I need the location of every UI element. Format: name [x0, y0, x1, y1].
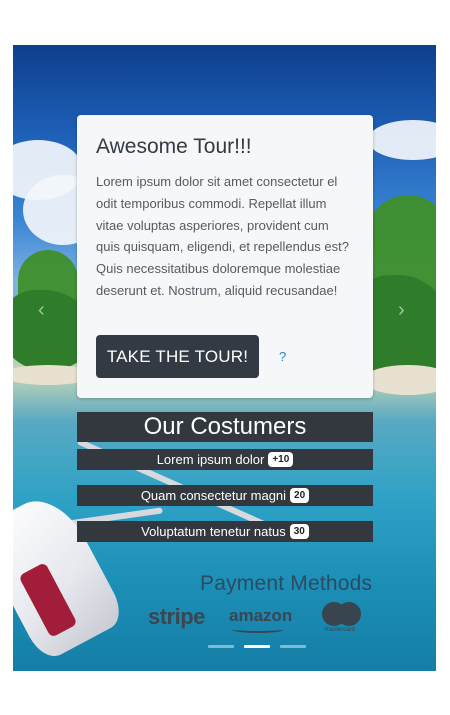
chevron-left-icon: ‹	[38, 299, 45, 321]
stripe-logo: stripe	[148, 604, 205, 629]
carousel-indicator[interactable]	[280, 645, 306, 648]
costumers-title: Our Costumers	[77, 412, 373, 442]
costumer-label: Voluptatum tenetur natus	[141, 524, 286, 539]
carousel-indicator-active[interactable]	[244, 645, 270, 648]
costumer-item[interactable]: Quam consectetur magni 20	[77, 485, 373, 506]
costumer-item[interactable]: Voluptatum tenetur natus 30	[77, 521, 373, 542]
help-link[interactable]: ?	[279, 349, 286, 364]
count-badge: +10	[268, 452, 294, 467]
amazon-logo: amazon	[229, 606, 293, 625]
carousel-prev-button[interactable]: ‹	[38, 300, 52, 320]
cloud	[368, 120, 436, 160]
mastercard-circle-icon	[337, 602, 361, 626]
tour-title: Awesome Tour!!!	[96, 135, 252, 158]
mastercard-wordmark: mastercard	[325, 627, 356, 633]
carousel-indicator[interactable]	[208, 645, 234, 648]
chevron-right-icon: ›	[398, 299, 405, 321]
take-tour-button[interactable]: TAKE THE TOUR!	[96, 335, 259, 378]
carousel-next-button[interactable]: ›	[398, 300, 412, 320]
costumer-item[interactable]: Lorem ipsum dolor +10	[77, 449, 373, 470]
count-badge: 20	[290, 488, 310, 503]
payment-methods-title: Payment Methods	[200, 572, 373, 595]
tour-card: Awesome Tour!!! Lorem ipsum dolor sit am…	[77, 115, 373, 398]
tour-actions: TAKE THE TOUR! ?	[96, 335, 286, 378]
count-badge: 30	[289, 524, 309, 539]
amazon-smile-icon	[232, 626, 284, 633]
costumer-label: Quam consectetur magni	[140, 488, 287, 503]
tour-description: Lorem ipsum dolor sit amet consectetur e…	[96, 174, 349, 298]
costumer-label: Lorem ipsum dolor	[156, 452, 265, 467]
beach-sand	[363, 365, 436, 395]
